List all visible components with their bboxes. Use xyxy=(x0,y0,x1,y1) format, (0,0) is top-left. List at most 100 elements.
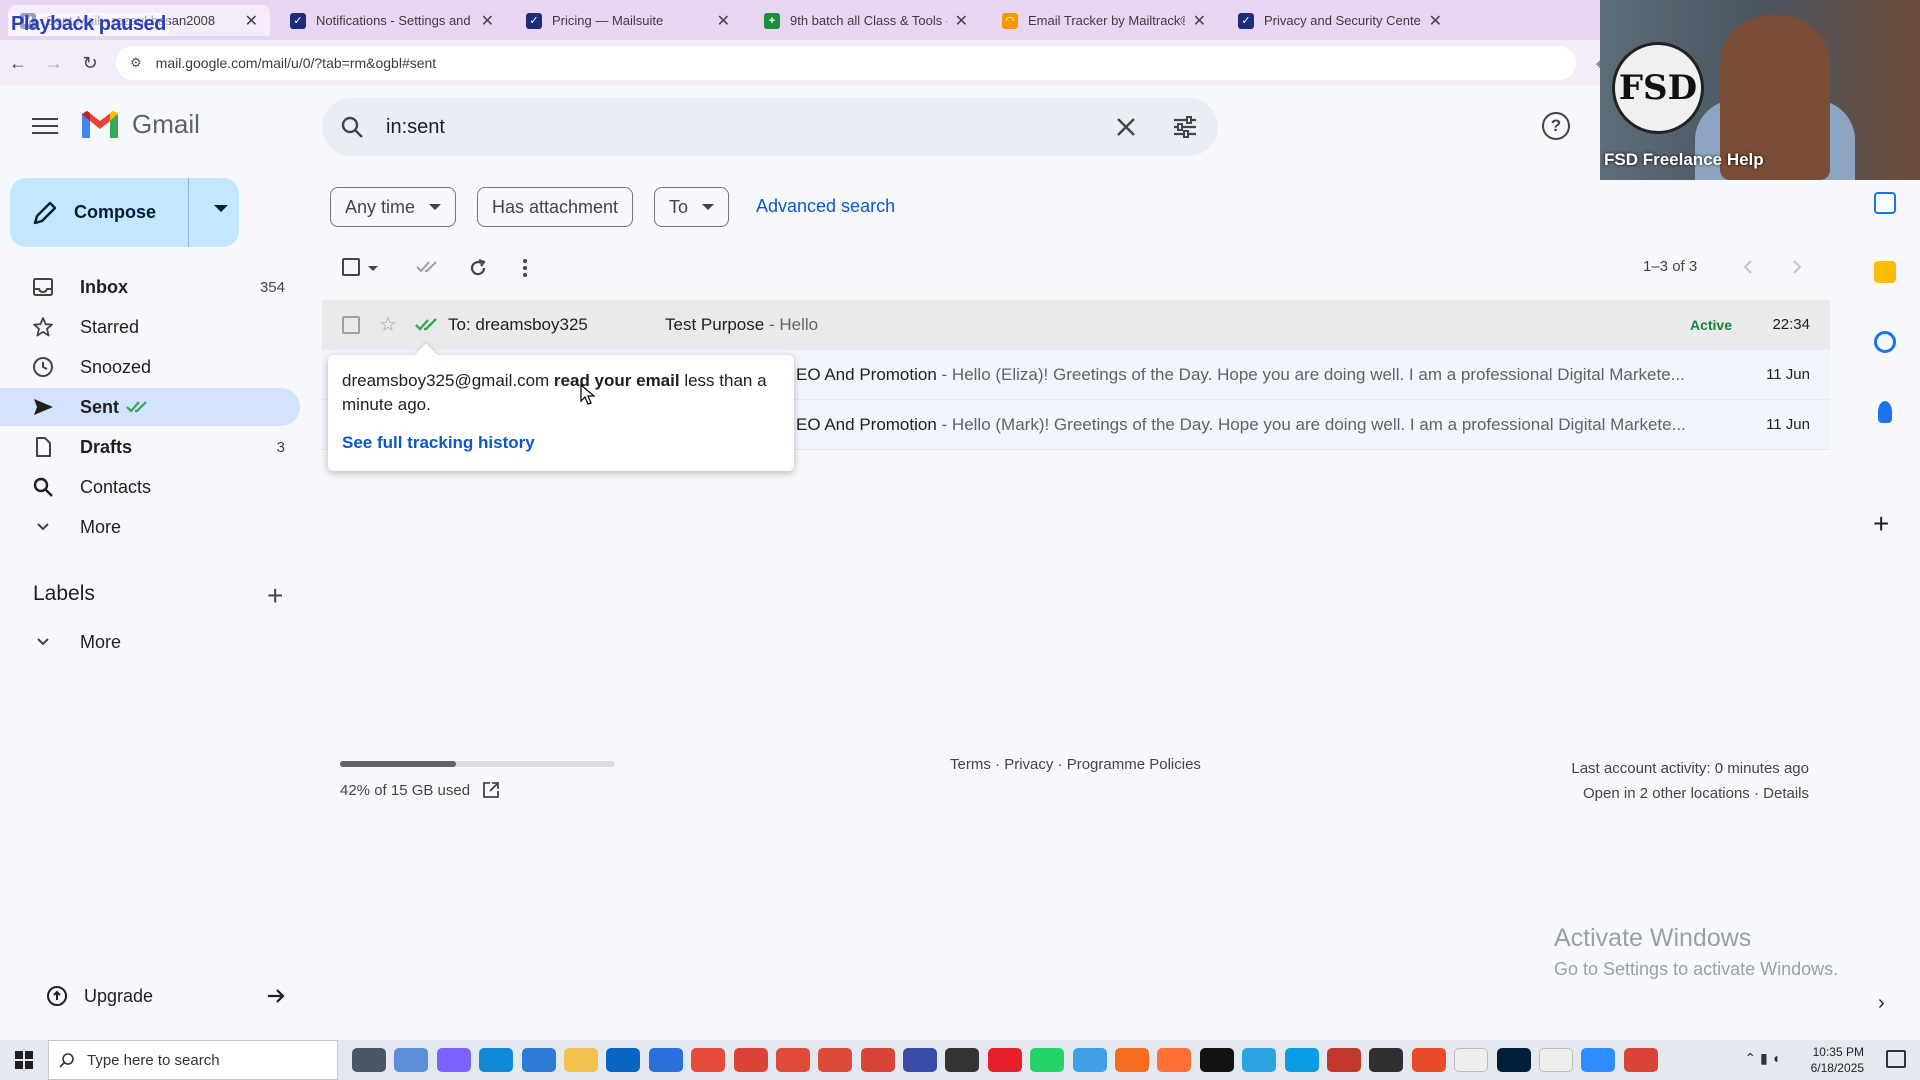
filter-has-attachment[interactable]: Has attachment xyxy=(477,187,634,227)
gmail-logo[interactable]: Gmail xyxy=(80,108,200,140)
email-row[interactable]: ☆ To: dreamsboy325 Test Purpose - Hello … xyxy=(322,300,1830,350)
file-icon[interactable] xyxy=(1454,1048,1489,1072)
search-icon[interactable] xyxy=(340,115,364,139)
tab-sheets[interactable]: + 9th batch all Class & Tools - Gc ✕ xyxy=(752,5,980,36)
task-view-icon[interactable] xyxy=(352,1048,386,1072)
filter-any-time[interactable]: Any time xyxy=(330,187,457,227)
url-field[interactable]: ⚙ mail.google.com/mail/u/0/?tab=rm&ogbl#… xyxy=(116,46,1576,80)
calculator-icon[interactable] xyxy=(521,1048,556,1072)
sidebar-item-starred[interactable]: Starred xyxy=(0,308,300,346)
app-icon[interactable] xyxy=(1326,1048,1361,1072)
advanced-search-link[interactable]: Advanced search xyxy=(756,196,895,217)
sidebar-item-more[interactable]: More xyxy=(0,508,300,546)
chevron-right-icon[interactable]: › xyxy=(1878,992,1885,1015)
contacts-icon[interactable] xyxy=(1878,401,1892,423)
telegram-icon[interactable] xyxy=(1242,1048,1277,1072)
sidebar-item-drafts[interactable]: Drafts 3 xyxy=(0,428,300,466)
clear-search-icon[interactable] xyxy=(1114,115,1138,139)
privacy-link[interactable]: Privacy xyxy=(1004,756,1053,773)
reload-icon[interactable]: ↻ xyxy=(72,53,108,74)
app-icon[interactable] xyxy=(903,1048,938,1072)
filter-to[interactable]: To xyxy=(654,187,730,227)
sidebar-item-contacts[interactable]: Contacts xyxy=(0,468,300,506)
app-icon[interactable] xyxy=(1115,1048,1150,1072)
chrome-icon[interactable] xyxy=(733,1048,768,1072)
chrome-icon[interactable] xyxy=(775,1048,810,1072)
outlook-icon[interactable] xyxy=(606,1048,641,1072)
app-icon[interactable] xyxy=(945,1048,980,1072)
chevron-left-icon[interactable] xyxy=(1742,258,1754,276)
keep-icon[interactable] xyxy=(1874,261,1896,283)
whatsapp-icon[interactable] xyxy=(1030,1048,1065,1072)
calendar-icon[interactable] xyxy=(1874,192,1896,214)
tracking-history-link[interactable]: See full tracking history xyxy=(342,431,780,455)
chrome-icon[interactable] xyxy=(691,1048,726,1072)
close-tab-icon[interactable]: ✕ xyxy=(1193,11,1206,31)
help-icon[interactable]: ? xyxy=(1542,112,1570,140)
star-icon[interactable]: ☆ xyxy=(379,312,397,337)
site-settings-icon[interactable]: ⚙ xyxy=(130,55,142,71)
file-explorer-icon[interactable] xyxy=(563,1048,598,1072)
photoshop-icon[interactable] xyxy=(1496,1048,1531,1072)
close-tab-icon[interactable]: ✕ xyxy=(955,11,968,31)
notification-center-icon[interactable] xyxy=(1886,1050,1906,1068)
app-icon[interactable] xyxy=(394,1048,429,1072)
zoom-icon[interactable] xyxy=(1581,1048,1616,1072)
details-link[interactable]: Details xyxy=(1763,785,1809,802)
chrome-icon[interactable] xyxy=(1623,1048,1658,1072)
upgrade-button[interactable]: Upgrade xyxy=(46,985,287,1007)
tab-notifications[interactable]: ✓ Notifications - Settings and Pri ✕ xyxy=(278,5,506,36)
app-icon[interactable] xyxy=(1072,1048,1107,1072)
back-icon[interactable]: ← xyxy=(0,53,36,74)
opera-icon[interactable] xyxy=(987,1048,1022,1072)
select-all-checkbox[interactable] xyxy=(342,258,360,276)
sidebar-item-inbox[interactable]: Inbox 354 xyxy=(0,268,300,306)
search-input[interactable]: in:sent xyxy=(386,116,1114,139)
tasks-icon[interactable] xyxy=(1874,331,1896,353)
taskbar-search-placeholder: Type here to search xyxy=(87,1051,220,1069)
tab-email-tracker[interactable]: ◠ Email Tracker by Mailtrack® - C ✕ xyxy=(990,5,1218,36)
start-button[interactable] xyxy=(0,1040,48,1080)
mail-search-bar[interactable]: in:sent xyxy=(322,98,1218,156)
app-icon[interactable] xyxy=(1369,1048,1404,1072)
add-label-icon[interactable]: + xyxy=(267,580,283,612)
sidebar-item-snoozed[interactable]: Snoozed xyxy=(0,348,300,386)
chrome-icon[interactable] xyxy=(818,1048,853,1072)
system-tray-icons[interactable]: ⌃ ▮ ◖ xyxy=(1744,1050,1780,1067)
file-icon[interactable] xyxy=(1538,1048,1573,1072)
more-vert-icon[interactable] xyxy=(522,258,528,278)
app-icon[interactable] xyxy=(1411,1048,1446,1072)
tab-pricing[interactable]: ✓ Pricing — Mailsuite ✕ xyxy=(514,5,742,36)
forward-icon[interactable]: → xyxy=(36,53,72,74)
taskbar-search[interactable]: Type here to search xyxy=(48,1040,338,1080)
policies-link[interactable]: Programme Policies xyxy=(1067,756,1201,773)
firefox-icon[interactable] xyxy=(1157,1048,1192,1072)
search-options-icon[interactable] xyxy=(1172,115,1198,139)
close-tab-icon[interactable]: ✕ xyxy=(717,11,730,31)
close-tab-icon[interactable]: ✕ xyxy=(1429,11,1442,31)
tab-privacy[interactable]: ✓ Privacy and Security Center — ✕ xyxy=(1226,5,1454,36)
close-tab-icon[interactable]: ✕ xyxy=(481,11,494,31)
taskbar-clock[interactable]: 10:35 PM 6/18/2025 xyxy=(1811,1044,1864,1076)
store-icon[interactable] xyxy=(648,1048,683,1072)
labels-more[interactable]: More xyxy=(0,623,300,661)
skype-icon[interactable] xyxy=(1284,1048,1319,1072)
double-check-icon[interactable] xyxy=(416,258,440,276)
select-dropdown-icon[interactable] xyxy=(368,266,378,271)
refresh-icon[interactable] xyxy=(468,258,488,278)
compose-dropdown-icon[interactable] xyxy=(214,205,228,212)
chrome-icon[interactable] xyxy=(860,1048,895,1072)
chevron-right-icon[interactable] xyxy=(1791,258,1803,276)
tiktok-icon[interactable] xyxy=(1199,1048,1234,1072)
add-addon-icon[interactable]: + xyxy=(1873,508,1889,540)
terms-link[interactable]: Terms xyxy=(950,756,991,773)
copilot-icon[interactable] xyxy=(436,1048,471,1072)
compose-button[interactable]: Compose xyxy=(10,178,239,247)
edge-icon[interactable] xyxy=(479,1048,514,1072)
row-checkbox[interactable] xyxy=(342,315,360,334)
tab-title: Email Tracker by Mailtrack® - C xyxy=(1028,13,1185,28)
sidebar-item-sent[interactable]: Sent xyxy=(0,388,300,426)
close-tab-icon[interactable]: ✕ xyxy=(245,11,258,31)
main-menu-button[interactable] xyxy=(28,114,62,138)
open-external-icon[interactable] xyxy=(482,781,500,799)
